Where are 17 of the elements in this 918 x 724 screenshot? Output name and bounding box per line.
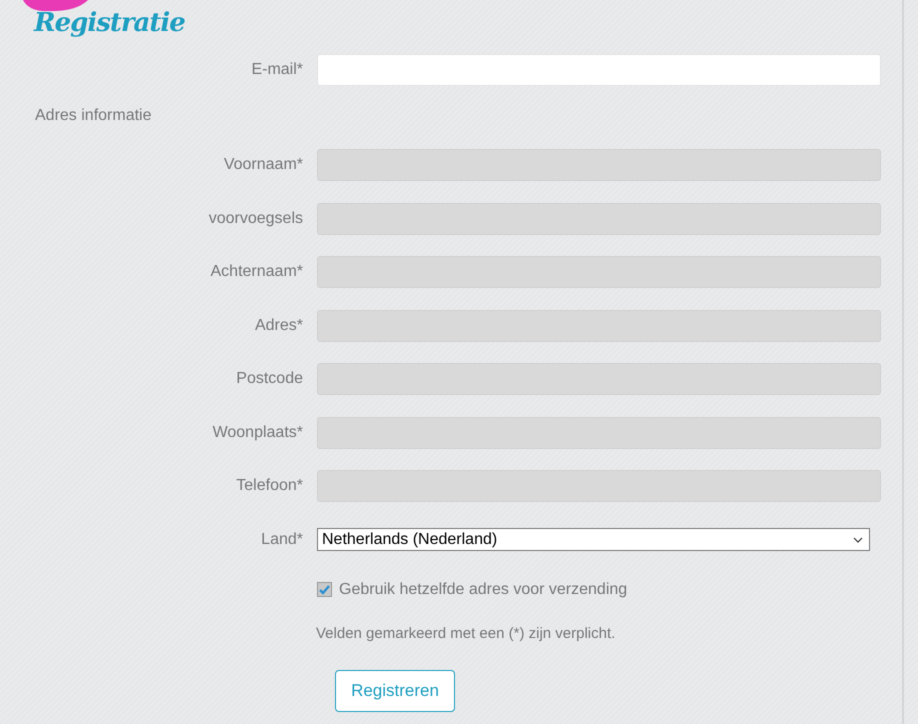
field-label: voorvoegsels	[208, 210, 303, 228]
logo-text: Registratie	[34, 8, 185, 38]
country-select[interactable]: Netherlands (Nederland)	[317, 528, 870, 552]
field-label: Adres*	[254, 316, 303, 335]
field-label: Postcode	[235, 370, 303, 388]
field-label: E-mail*	[250, 60, 303, 79]
text-field[interactable]	[317, 54, 881, 86]
field-label: Land*	[260, 530, 303, 549]
checkbox[interactable]	[317, 582, 332, 597]
field-label: Telefoon*	[235, 477, 303, 496]
checkbox-label: Gebruik hetzelfde adres voor verzending	[339, 580, 628, 598]
chevron-down-icon	[853, 536, 863, 543]
required-note: Velden gemarkeerd met een (*) zijn verplicht.	[316, 624, 616, 642]
field-label: Achternaam*	[210, 263, 303, 282]
field-label: Woonplaats*	[212, 424, 303, 442]
section-title: Adres informatie	[35, 106, 152, 126]
field-label: Voornaam*	[222, 156, 303, 174]
